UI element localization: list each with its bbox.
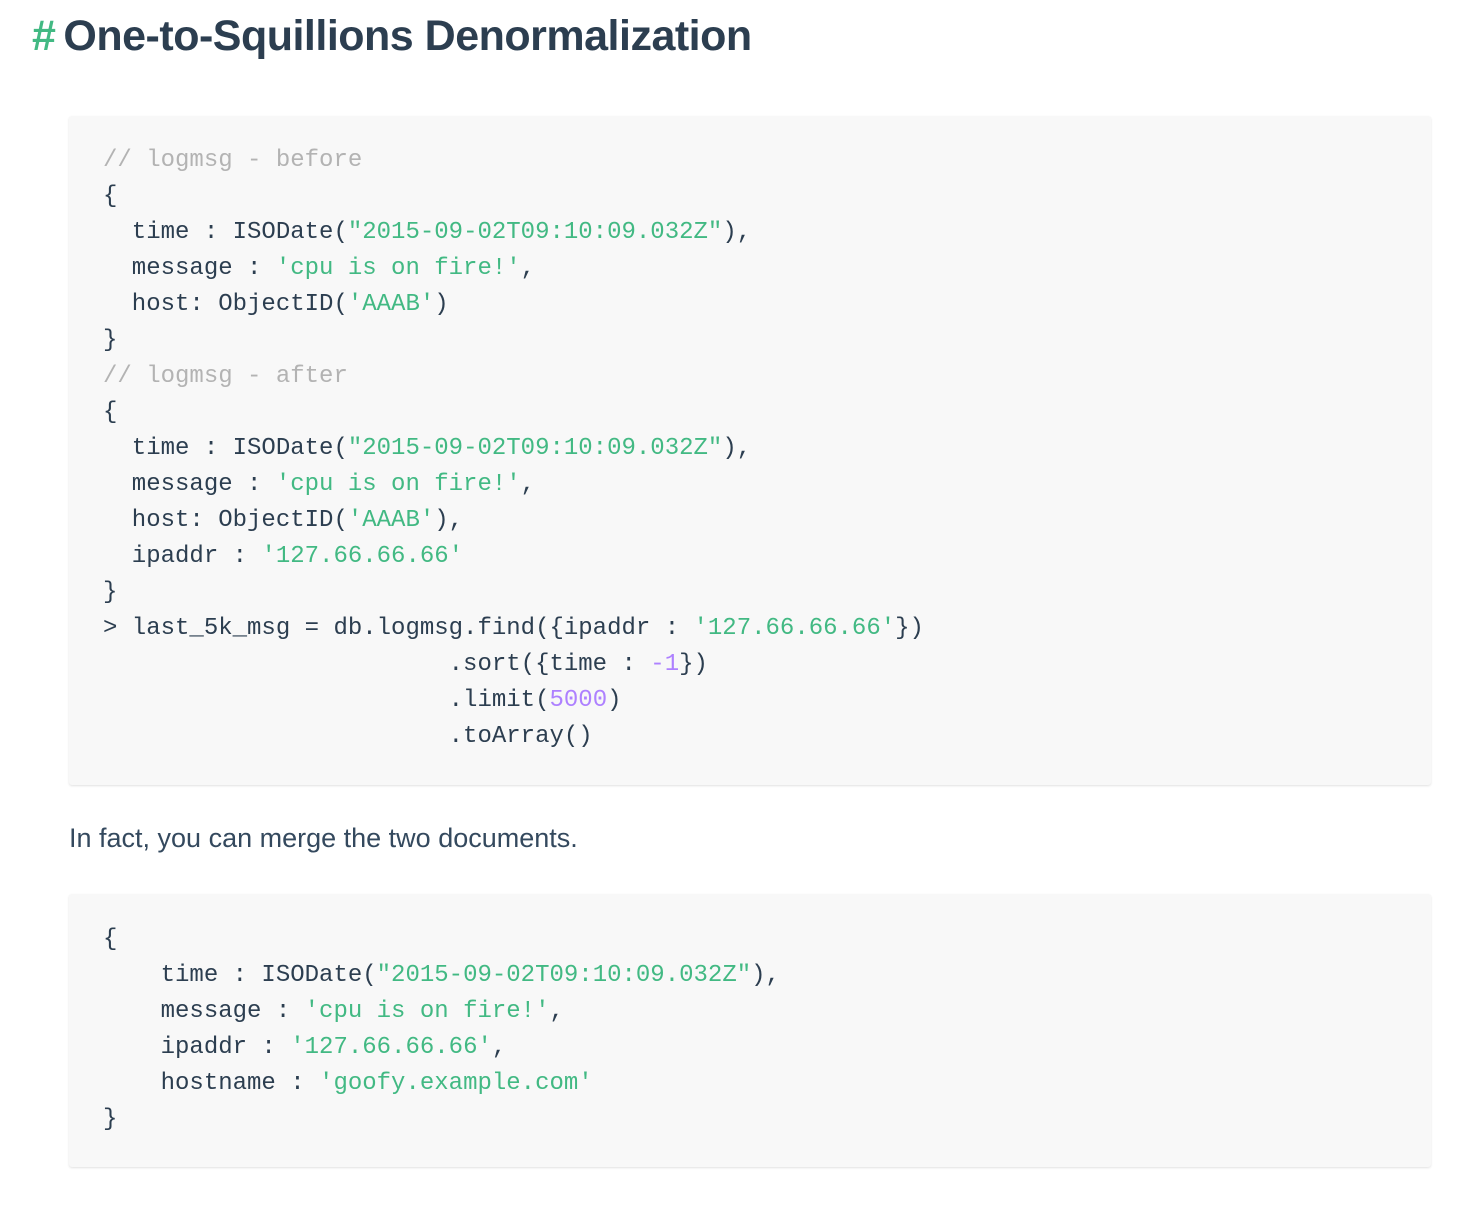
code-token-comment: // logmsg - after (103, 363, 348, 390)
code-content: // logmsg - before{ time : ISODate("2015… (103, 143, 924, 755)
code-line: message : 'cpu is on fire!', (103, 994, 780, 1030)
code-token-plain: message : (103, 255, 276, 282)
code-token-plain: ), (434, 507, 464, 534)
code-token-plain: } (103, 579, 118, 606)
code-token-plain: time : ISODate( (103, 962, 377, 989)
code-token-plain: ), (722, 219, 752, 246)
code-line: { (103, 395, 924, 431)
code-line: message : 'cpu is on fire!', (103, 467, 924, 503)
code-token-string: "2015-09-02T09:10:09.032Z" (376, 962, 752, 989)
code-line: .toArray() (103, 719, 924, 755)
code-token-string: "2015-09-02T09:10:09.032Z" (347, 435, 723, 462)
code-line: > last_5k_msg = db.logmsg.find({ipaddr :… (103, 611, 924, 647)
code-token-string: 'cpu is on fire!' (275, 471, 521, 498)
code-line: .limit(5000) (103, 683, 924, 719)
code-token-plain: ), (722, 435, 752, 462)
code-line: // logmsg - before (103, 143, 924, 179)
code-token-plain: } (103, 1106, 118, 1133)
code-content: { time : ISODate("2015-09-02T09:10:09.03… (103, 922, 780, 1138)
code-token-plain: { (103, 399, 118, 426)
code-token-plain: ipaddr : (103, 1034, 291, 1061)
code-line: message : 'cpu is on fire!', (103, 251, 924, 287)
code-line: } (103, 323, 924, 359)
code-token-plain: , (520, 471, 536, 498)
code-token-plain: ) (434, 291, 449, 318)
code-token-string: 'goofy.example.com' (319, 1070, 593, 1097)
code-line: .sort({time : -1}) (103, 647, 924, 683)
code-token-plain: ) (607, 687, 622, 714)
code-token-plain: , (549, 998, 564, 1025)
code-line: time : ISODate("2015-09-02T09:10:09.032Z… (103, 431, 924, 467)
code-line: // logmsg - after (103, 359, 924, 395)
code-token-plain: time : ISODate( (103, 219, 348, 246)
code-token-plain: message : (103, 998, 305, 1025)
code-token-plain: > last_5k_msg = db.logmsg.find({ipaddr : (103, 615, 694, 642)
heading-title: One-to-Squillions Denormalization (63, 12, 752, 60)
code-token-plain: ipaddr : (103, 543, 262, 570)
code-block-merged-document: { time : ISODate("2015-09-02T09:10:09.03… (69, 894, 1431, 1167)
code-token-plain: time : ISODate( (103, 435, 348, 462)
code-line: ipaddr : '127.66.66.66', (103, 1030, 780, 1066)
code-token-plain: , (520, 255, 536, 282)
code-token-string: "2015-09-02T09:10:09.032Z" (347, 219, 723, 246)
code-line: time : ISODate("2015-09-02T09:10:09.032Z… (103, 958, 780, 994)
paragraph-text: In fact, you can merge the two documents… (69, 823, 578, 853)
code-token-comment: // logmsg - before (103, 147, 363, 174)
code-token-string: '127.66.66.66' (290, 1034, 492, 1061)
code-token-number: 5000 (549, 687, 608, 714)
code-line: host: ObjectID('AAAB'), (103, 503, 924, 539)
code-token-string: 'cpu is on fire!' (304, 998, 550, 1025)
code-token-string: '127.66.66.66' (693, 615, 896, 642)
code-block-logmsg: // logmsg - before{ time : ISODate("2015… (69, 116, 1431, 785)
code-token-plain: hostname : (103, 1070, 320, 1097)
code-token-plain: .toArray() (103, 723, 593, 750)
heading-anchor-link[interactable]: # (32, 12, 56, 60)
code-token-plain: { (103, 926, 118, 953)
code-token-plain: message : (103, 471, 276, 498)
code-line: { (103, 179, 924, 215)
code-token-plain: .limit( (103, 687, 550, 714)
code-line: } (103, 575, 924, 611)
code-token-plain: , (491, 1034, 507, 1061)
code-token-plain: host: ObjectID( (103, 291, 348, 318)
code-token-string: 'cpu is on fire!' (275, 255, 521, 282)
code-token-plain: { (103, 183, 118, 210)
code-token-string: 'AAAB' (347, 507, 435, 534)
code-token-plain: .sort({time : (103, 651, 651, 678)
code-token-string: '127.66.66.66' (261, 543, 464, 570)
code-line: host: ObjectID('AAAB') (103, 287, 924, 323)
code-line: ipaddr : '127.66.66.66' (103, 539, 924, 575)
code-line: { (103, 922, 780, 958)
code-token-plain: ), (751, 962, 780, 989)
code-token-plain: }) (895, 615, 924, 642)
code-token-string: 'AAAB' (347, 291, 435, 318)
code-line: hostname : 'goofy.example.com' (103, 1066, 780, 1102)
code-line: } (103, 1102, 780, 1138)
code-line: time : ISODate("2015-09-02T09:10:09.032Z… (103, 215, 924, 251)
section-heading: # One-to-Squillions Denormalization (32, 8, 752, 64)
code-token-number: -1 (650, 651, 680, 678)
code-token-plain: } (103, 327, 118, 354)
code-token-plain: host: ObjectID( (103, 507, 348, 534)
code-token-plain: }) (679, 651, 708, 678)
